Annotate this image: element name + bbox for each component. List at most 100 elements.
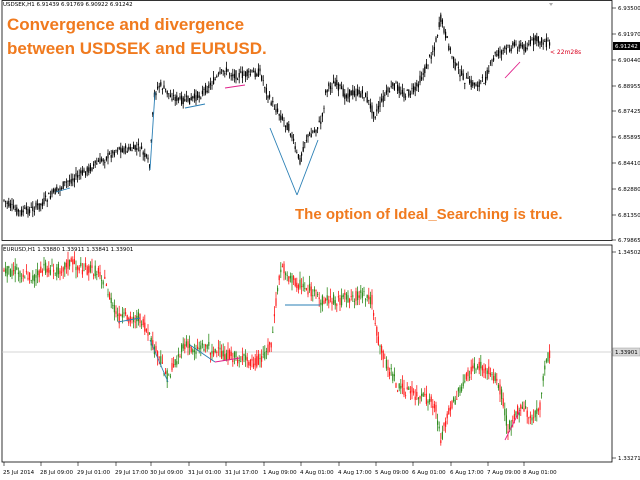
time-label: 30 Jul 09:00 xyxy=(150,470,183,476)
usdsek-candle-body xyxy=(155,93,157,96)
usdsek-candle-body xyxy=(302,147,304,152)
eurusd-candle-body xyxy=(289,275,291,279)
usdsek-candle-body xyxy=(134,145,136,150)
usdsek-candle-body xyxy=(310,133,312,138)
usdsek-candle-body xyxy=(437,35,439,37)
time-axis: 25 Jul 2014 28 Jul 09:00 29 Jul 01:00 29 Ju… xyxy=(3,462,557,476)
usdsek-candle-body xyxy=(328,83,330,87)
shift-marker-icon xyxy=(549,3,553,6)
eurusd-candle-body xyxy=(88,266,90,274)
eurusd-candle-body xyxy=(432,406,434,408)
eurusd-candle-body xyxy=(59,270,61,274)
usdsek-candle-body xyxy=(269,94,271,98)
eurusd-candle-body xyxy=(104,276,106,279)
usdsek-price-label: 6.85895 xyxy=(618,135,640,141)
usdsek-candle-body xyxy=(265,87,267,94)
usdsek-candle-body xyxy=(377,105,379,110)
usdsek-candle-body xyxy=(469,79,471,84)
eurusd-candle-body xyxy=(25,271,27,273)
usdsek-candle-body xyxy=(3,199,5,201)
usdsek-candle-body xyxy=(33,211,35,212)
usdsek-candle-body xyxy=(398,86,400,94)
eurusd-candle-body xyxy=(45,262,47,274)
usdsek-candle-body xyxy=(513,41,515,47)
eurusd-candle-body xyxy=(112,304,114,306)
usdsek-candle-body xyxy=(470,80,472,87)
usdsek-candle-body xyxy=(121,148,123,153)
usdsek-candle-body xyxy=(9,203,11,208)
usdsek-candle-body xyxy=(337,83,339,91)
usdsek-candle-body xyxy=(197,91,199,99)
eurusd-candle-body xyxy=(358,295,360,298)
eurusd-candle-body xyxy=(424,394,426,396)
usdsek-candle-body xyxy=(201,90,203,95)
usdsek-candle-body xyxy=(113,152,115,156)
eurusd-candle-body xyxy=(523,408,525,412)
usdsek-candle-body xyxy=(67,180,69,182)
eurusd-candle-body xyxy=(227,349,229,361)
eurusd-candle-body xyxy=(208,341,210,346)
eurusd-candle-body xyxy=(35,275,37,278)
eurusd-candle-body xyxy=(361,292,363,298)
usdsek-candle-body xyxy=(547,40,549,42)
eurusd-candle-body xyxy=(221,351,223,359)
eurusd-candle-body xyxy=(337,296,339,298)
eurusd-candle-body xyxy=(75,266,77,271)
eurusd-candle-body xyxy=(291,275,293,283)
usdsek-candle-body xyxy=(293,138,295,141)
usdsek-candle-body xyxy=(222,70,224,72)
usdsek-candle-body xyxy=(369,103,371,109)
eurusd-candle-body xyxy=(14,266,16,275)
eurusd-candle-body xyxy=(257,354,259,365)
eurusd-candle-body xyxy=(296,282,298,288)
usdsek-candle-body xyxy=(96,163,98,165)
usdsek-candle-body xyxy=(541,37,543,43)
usdsek-candle-body xyxy=(246,70,248,77)
usdsek-candle-body xyxy=(349,89,351,97)
usdsek-price-label: 6.88955 xyxy=(618,84,640,90)
eurusd-candle-body xyxy=(529,415,531,418)
eurusd-candle-body xyxy=(504,408,506,416)
usdsek-candle-body xyxy=(88,167,90,173)
eurusd-candle-body xyxy=(62,267,64,272)
usdsek-candle-body xyxy=(446,36,448,38)
eurusd-candle-body xyxy=(488,366,490,374)
usdsek-candle-body xyxy=(61,187,63,189)
eurusd-candle-body xyxy=(486,370,488,374)
usdsek-candle-body xyxy=(360,93,362,98)
eurusd-candle-body xyxy=(382,350,384,360)
usdsek-candle-body xyxy=(499,51,501,53)
eurusd-candle-body xyxy=(341,295,343,306)
eurusd-candle-body xyxy=(57,263,59,275)
usdsek-candle-body xyxy=(422,73,424,75)
usdsek-candle-body xyxy=(352,89,354,96)
eurusd-candle-body xyxy=(61,271,63,273)
usdsek-candle-body xyxy=(80,170,82,174)
usdsek-candle-body xyxy=(91,167,93,171)
usdsek-candle-body xyxy=(139,150,141,152)
eurusd-candle-body xyxy=(97,267,99,274)
eurusd-candle-body xyxy=(379,345,381,347)
eurusd-candle-body xyxy=(547,352,549,362)
usdsek-candle-body xyxy=(235,70,237,80)
eurusd-candle-body xyxy=(197,346,199,349)
eurusd-candle-body xyxy=(489,372,491,376)
eurusd-candle-body xyxy=(445,421,447,427)
usdsek-candle-body xyxy=(413,86,415,93)
eurusd-candle-body xyxy=(70,258,72,262)
eurusd-candle-body xyxy=(278,275,280,281)
usdsek-candle-body xyxy=(488,70,490,72)
usdsek-candle-body xyxy=(51,190,53,195)
usdsek-candle-body xyxy=(120,147,122,153)
usdsek-candle-body xyxy=(317,127,319,130)
usdsek-candle-body xyxy=(549,42,551,46)
usdsek-candle-body xyxy=(5,201,7,202)
eurusd-candle-body xyxy=(32,275,34,281)
usdsek-current-price: 6.91242 xyxy=(615,44,638,50)
usdsek-candle-body xyxy=(54,188,56,195)
usdsek-price-label: 6.84410 xyxy=(618,161,640,167)
usdsek-candle-body xyxy=(206,90,208,93)
usdsek-candle-body xyxy=(237,79,239,81)
usdsek-candle-body xyxy=(13,205,15,209)
usdsek-candle-body xyxy=(339,84,341,86)
